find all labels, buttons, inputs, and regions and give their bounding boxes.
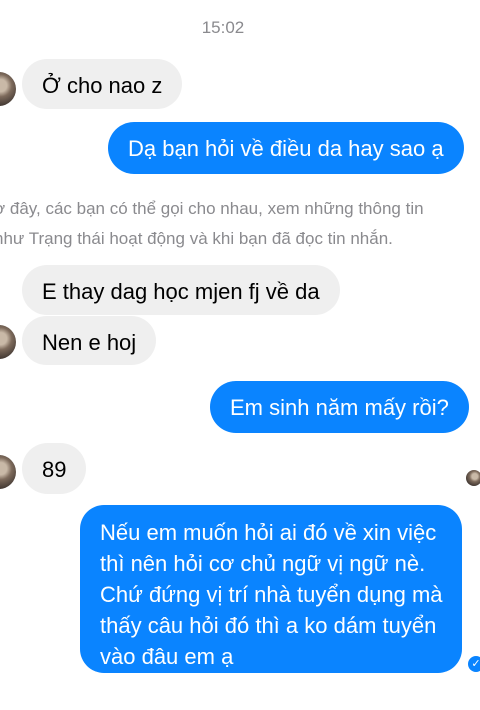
connection-notice: ờ đây, các bạn có thể gọi cho nhau, xem … xyxy=(0,194,454,254)
notice-line: ờ đây, các bạn có thể gọi cho nhau, xem … xyxy=(0,199,424,218)
message-outgoing[interactable]: Nếu em muốn hỏi ai đó về xin việc thì nê… xyxy=(80,505,462,673)
message-incoming[interactable]: E thay dag học mjen fj về da xyxy=(22,265,340,315)
message-outgoing[interactable]: Dạ bạn hỏi về điều da hay sao ạ xyxy=(108,122,464,174)
message-incoming[interactable]: Ở cho nao z xyxy=(22,59,183,109)
notice-line: như Trạng thái hoạt động và khi bạn đã đ… xyxy=(0,229,393,248)
contact-avatar[interactable] xyxy=(0,455,16,489)
message-outgoing[interactable]: Em sinh năm mấy rồi? xyxy=(210,381,469,433)
message-incoming[interactable]: 89 xyxy=(22,443,87,494)
message-incoming[interactable]: Nen e hoj xyxy=(22,316,157,365)
read-receipt-avatar xyxy=(466,470,480,486)
message-line: thấy câu hỏi đó thì a ko dám tuyển xyxy=(100,613,437,638)
message-line: vào đâu em ạ xyxy=(100,644,234,669)
timestamp: 15:02 xyxy=(201,18,245,37)
contact-avatar[interactable] xyxy=(0,72,16,106)
message-line: Nếu em muốn hỏi ai đó về xin việc xyxy=(100,520,437,545)
message-line: Chứ đứng vị trí nhà tuyển dụng mà xyxy=(100,582,443,607)
check-icon: ✓ xyxy=(468,656,480,672)
message-line: thì nên hỏi cơ chủ ngữ vị ngữ nè. xyxy=(100,551,426,576)
contact-avatar[interactable] xyxy=(0,325,16,359)
